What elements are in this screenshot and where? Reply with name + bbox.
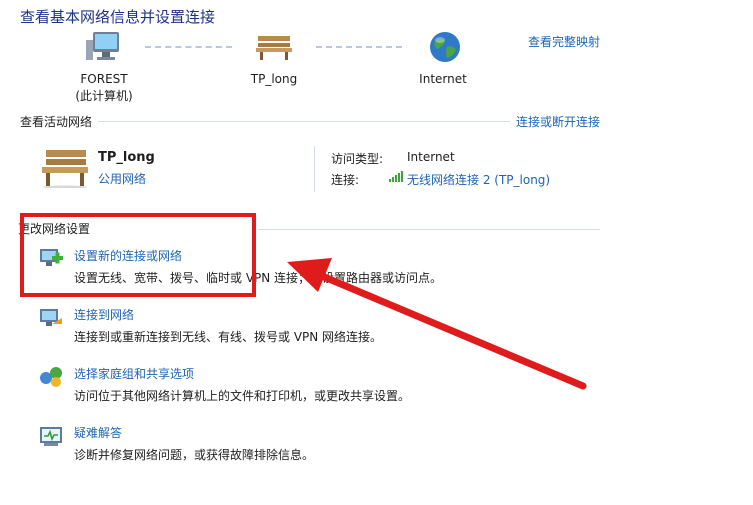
globe-icon[interactable]	[429, 31, 461, 63]
node-label-tplong: TP_long	[234, 71, 314, 88]
node-name: FOREST	[80, 72, 128, 86]
active-networks-heading: 查看活动网络	[20, 115, 93, 129]
wireless-connection-link[interactable]: 无线网络连接 2 (TP_long)	[407, 171, 550, 188]
node-name: TP_long	[250, 72, 298, 86]
task-homegroup-link[interactable]: 选择家庭组和共享选项	[74, 365, 194, 382]
access-type-label: 访问类型:	[331, 152, 384, 166]
bench-network-icon[interactable]	[256, 34, 292, 60]
node-label-forest: FOREST (此计算机)	[64, 71, 144, 105]
network-type-link[interactable]: 公用网络	[98, 170, 146, 187]
troubleshoot-icon	[38, 424, 64, 448]
node-sub: (此计算机)	[75, 89, 133, 103]
section-divider	[258, 229, 600, 230]
task-connect-network-link[interactable]: 连接到网络	[74, 306, 134, 323]
active-network-name: TP_long	[98, 150, 155, 165]
map-connector-line	[316, 46, 402, 48]
node-label-internet: Internet	[403, 71, 483, 88]
computer-icon[interactable]	[85, 30, 123, 64]
page-title: 查看基本网络信息并设置连接	[20, 8, 216, 26]
bench-network-icon	[40, 148, 90, 188]
homegroup-icon	[38, 364, 64, 388]
node-name: Internet	[419, 72, 467, 86]
connect-disconnect-link[interactable]: 连接或断开连接	[516, 113, 600, 130]
annotation-highlight-box	[20, 213, 256, 297]
task-troubleshoot-link[interactable]: 疑难解答	[74, 424, 122, 441]
section-divider	[98, 121, 510, 122]
task-troubleshoot-desc: 诊断并修复网络问题，或获得故障排除信息。	[74, 448, 315, 462]
connections-label: 连接:	[331, 173, 360, 187]
task-homegroup-desc: 访问位于其他网络计算机上的文件和打印机，或更改共享设置。	[74, 389, 411, 403]
map-connector-line	[145, 46, 232, 48]
access-type-value: Internet	[407, 150, 455, 164]
full-map-link[interactable]: 查看完整映射	[528, 33, 600, 50]
task-connect-network-desc: 连接到或重新连接到无线、有线、拨号或 VPN 网络连接。	[74, 330, 383, 344]
vertical-divider	[314, 146, 315, 192]
wifi-signal-icon	[388, 170, 404, 183]
connect-network-icon	[38, 306, 64, 330]
